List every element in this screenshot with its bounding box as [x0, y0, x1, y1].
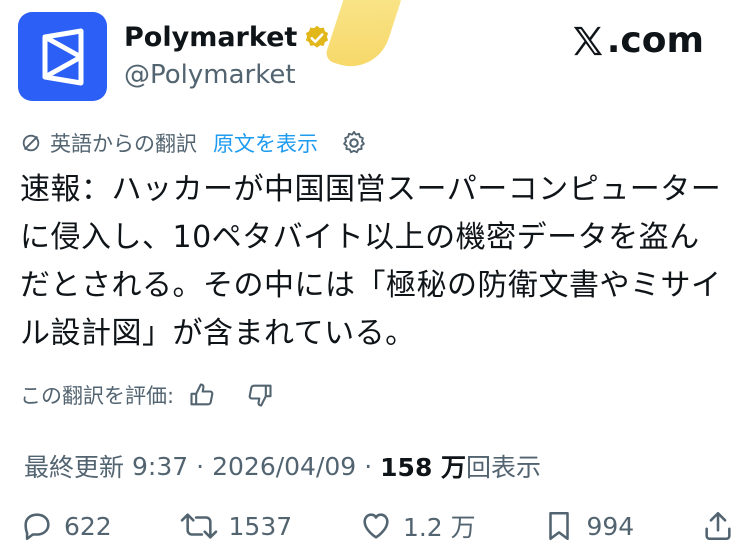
views-count: 158 万: [380, 453, 467, 482]
site-name-text: .com: [606, 20, 704, 61]
show-original-link[interactable]: 原文を表示: [213, 128, 318, 158]
post-time[interactable]: 9:37: [132, 452, 188, 481]
account-handle[interactable]: @Polymarket: [124, 60, 296, 90]
heart-icon: [363, 513, 389, 539]
reply-icon: [24, 513, 50, 541]
rate-translation-label: この翻訳を評価:: [20, 384, 175, 408]
reply-button[interactable]: 622: [20, 509, 112, 543]
post-text: 速報：ハッカーが中国国営スーパーコンピューターに侵入し、10ペタバイト以上の機密…: [20, 172, 722, 351]
translation-bar: 英語からの翻訳 原文を表示: [20, 128, 368, 158]
like-count: 1.2 万: [402, 513, 476, 542]
action-bar: 622 1537 1.2 万 994: [20, 508, 735, 544]
thumbs-down-icon[interactable]: [246, 381, 274, 409]
share-button[interactable]: [701, 509, 735, 543]
updated-label: 最終更新: [24, 453, 125, 482]
account-name[interactable]: Polymarket: [124, 22, 331, 53]
polymarket-logo-icon: [42, 28, 83, 85]
post-meta: 最終更新 9:37 · 2026/04/09 · 158 万回表示: [24, 448, 541, 484]
like-button[interactable]: 1.2 万: [359, 508, 476, 544]
meta-separator: ·: [364, 451, 373, 481]
bookmark-count: 994: [586, 511, 635, 541]
verified-badge-icon: [306, 25, 329, 48]
repost-icon: [180, 513, 217, 539]
rate-translation-bar: この翻訳を評価:: [20, 380, 274, 410]
account-name-text: Polymarket: [124, 22, 298, 53]
bookmark-button[interactable]: 994: [542, 509, 634, 543]
gear-icon[interactable]: [340, 129, 368, 157]
avatar[interactable]: [18, 12, 107, 101]
repost-button[interactable]: 1537: [179, 509, 293, 543]
meta-separator: ·: [196, 451, 205, 481]
reply-count: 622: [64, 511, 112, 541]
translation-source-label: 英語からの翻訳: [50, 132, 197, 156]
translate-icon: [22, 134, 40, 152]
decorative-swoosh: [323, 0, 402, 77]
site-logo: .com: [571, 20, 704, 61]
repost-count: 1537: [228, 511, 293, 541]
share-icon: [705, 511, 731, 541]
x-logo-icon: [573, 26, 602, 55]
thumbs-up-icon[interactable]: [188, 381, 216, 409]
post-date[interactable]: 2026/04/09: [212, 452, 356, 481]
bookmark-icon: [549, 511, 570, 541]
views-label: 回表示: [466, 453, 542, 482]
